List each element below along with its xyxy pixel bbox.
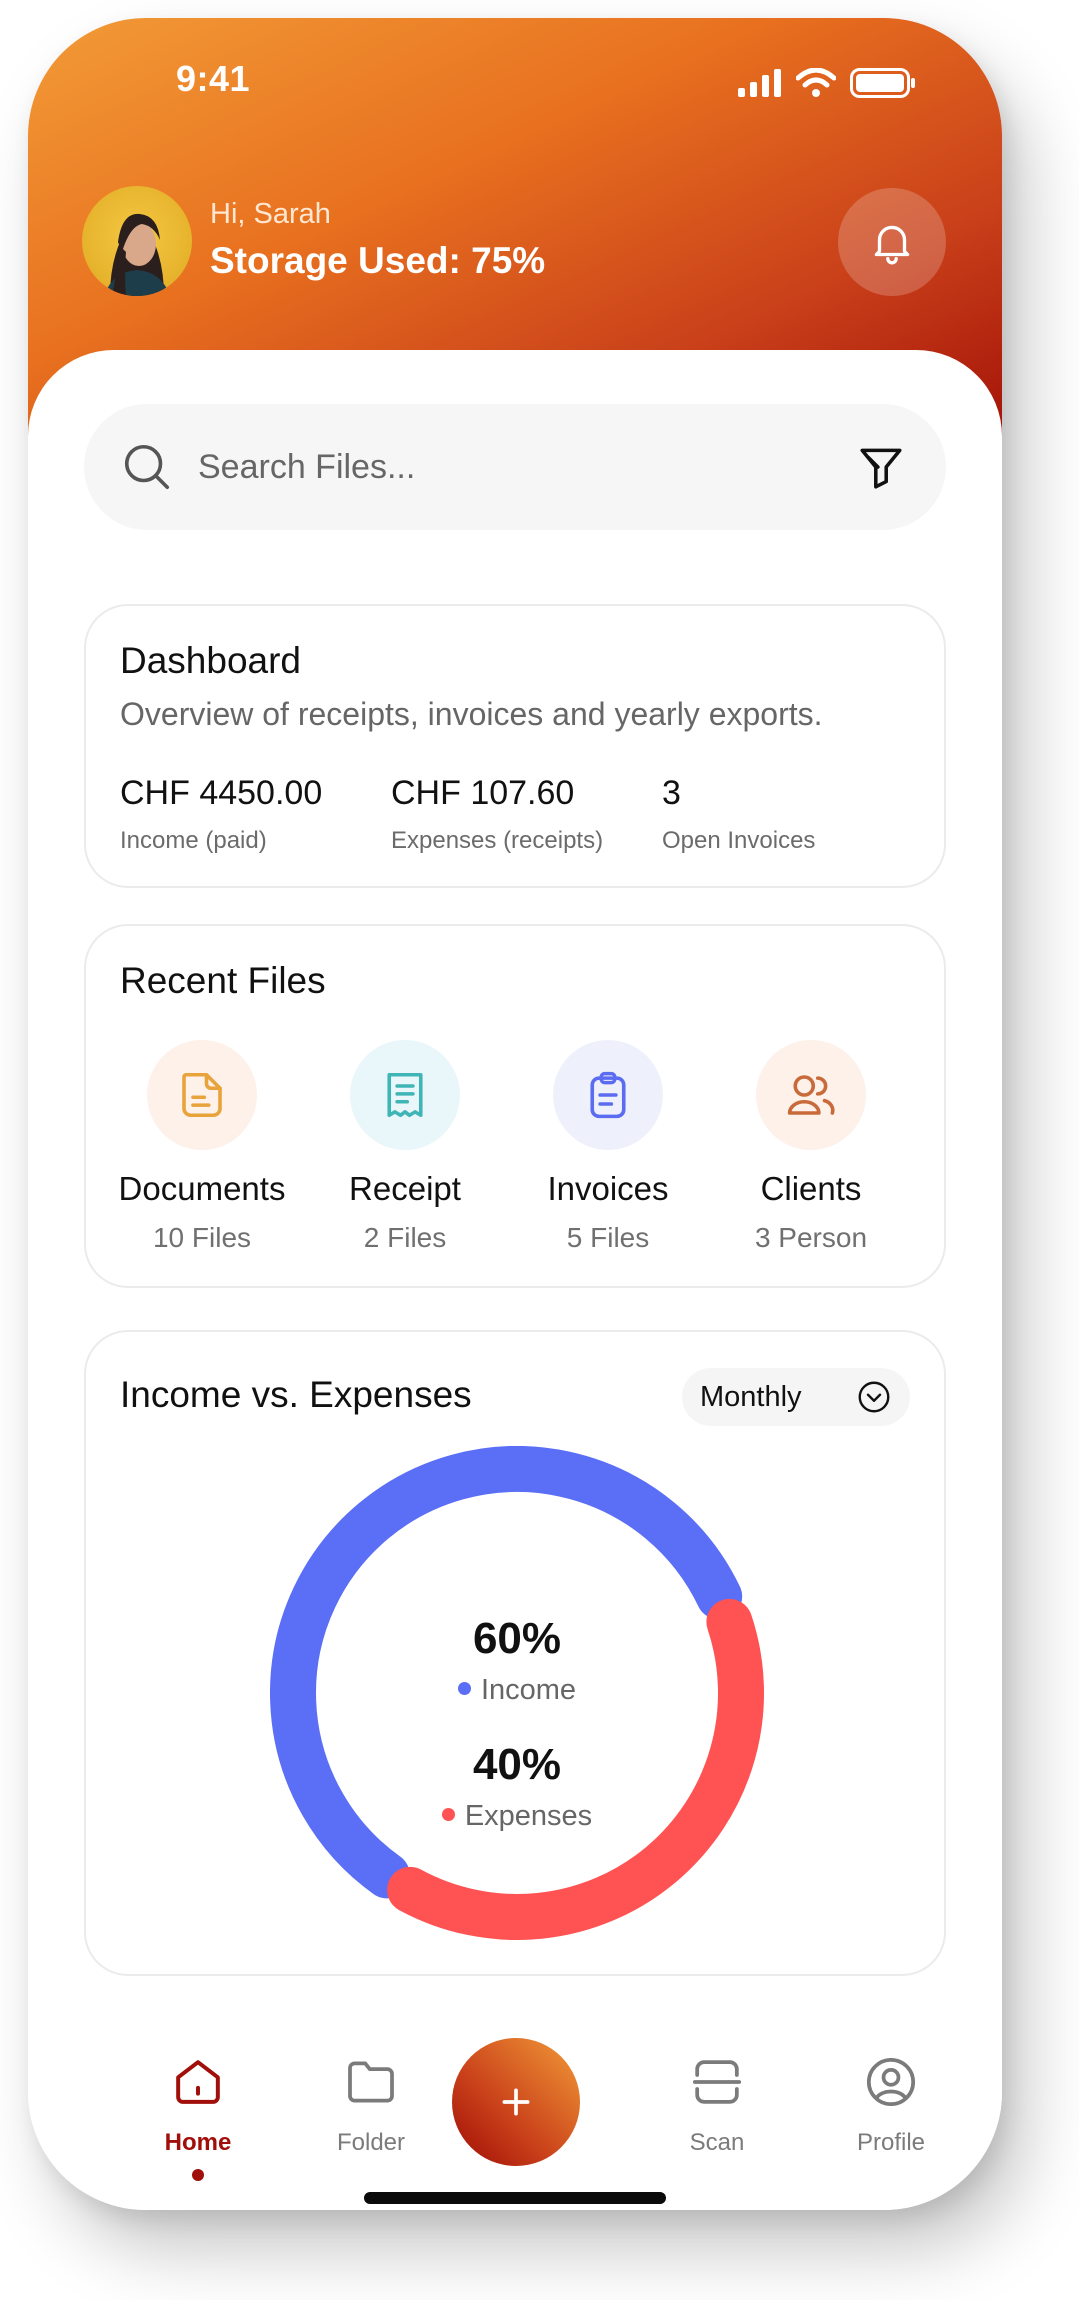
recent-item-count: 3 Person (754, 1222, 868, 1253)
wifi-icon (796, 68, 836, 97)
expenses-summary: 40% Expenses (86, 1740, 948, 1833)
expenses-legend: Expenses (86, 1800, 948, 1833)
nav-scan[interactable]: Scan (647, 2054, 787, 2157)
dashboard-card: Dashboard Overview of receipts, invoices… (84, 604, 946, 888)
notification-button[interactable] (838, 188, 946, 296)
search-bar (84, 404, 946, 530)
dashboard-subtitle: Overview of receipts, invoices and yearl… (120, 696, 823, 732)
phone-frame: 9:41 Hi, Sarah Storage Used: 75% Search … (28, 18, 1002, 2210)
nav-profile[interactable]: Profile (821, 2054, 961, 2157)
search-input[interactable] (198, 447, 856, 487)
folder-icon (348, 2061, 394, 2103)
stat-expenses: CHF 107.60 Expenses (receipts) (391, 774, 603, 855)
active-indicator (192, 2169, 204, 2181)
expenses-legend-label: Expenses (464, 1800, 593, 1832)
nav-folder[interactable]: Folder (301, 2054, 441, 2157)
dashboard-title: Dashboard (120, 640, 302, 681)
add-button[interactable] (452, 2038, 580, 2166)
document-icon-wrap (147, 1040, 257, 1150)
status-time: 9:41 (176, 58, 251, 99)
expenses-percent: 40% (472, 1740, 562, 1789)
main-content: Dashboard Overview of receipts, invoices… (28, 350, 1002, 2210)
plus-icon (502, 2088, 530, 2116)
users-icon-wrap (756, 1040, 866, 1150)
chevron-down-icon (858, 1381, 890, 1413)
battery-icon (850, 68, 915, 98)
recent-item-count: 2 Files (363, 1222, 447, 1253)
nav-label: Scan (689, 2129, 745, 2156)
nav-home[interactable]: Home (128, 2054, 268, 2181)
chart-title: Income vs. Expenses (120, 1374, 472, 1415)
recent-item-name: Receipt (349, 1170, 461, 1207)
recent-item-name: Invoices (547, 1170, 669, 1207)
bottom-nav: Home Folder Scan Profile (28, 2000, 1002, 2210)
clipboard-icon-wrap (553, 1040, 663, 1150)
recent-item-name: Documents (118, 1170, 286, 1207)
expenses-legend-dot (441, 1807, 455, 1821)
stat-label: Expenses (receipts) (391, 827, 604, 854)
receipt-icon-wrap (350, 1040, 460, 1150)
nav-label: Home (164, 2129, 232, 2156)
income-legend-dot (457, 1681, 471, 1695)
greeting: Hi, Sarah (210, 198, 331, 230)
document-icon (182, 1072, 222, 1118)
recent-item-documents[interactable]: Documents 10 Files (102, 1040, 302, 1254)
status-icons (738, 68, 916, 98)
storage-used: Storage Used: 75% (210, 240, 546, 281)
recent-item-clients[interactable]: Clients 3 Person (711, 1040, 911, 1254)
period-select[interactable]: Monthly (682, 1368, 910, 1426)
stat-value: CHF 107.60 (391, 774, 575, 812)
search-icon (124, 444, 170, 490)
income-legend-label: Income (480, 1674, 577, 1706)
stat-label: Income (paid) (120, 827, 267, 854)
avatar-portrait (104, 213, 170, 296)
income-percent: 60% (472, 1614, 562, 1663)
stat-open-invoices: 3 Open Invoices (662, 774, 815, 855)
signal-icon (738, 69, 781, 97)
recent-item-invoices[interactable]: Invoices 5 Files (508, 1040, 708, 1254)
stat-label: Open Invoices (662, 827, 816, 854)
nav-label: Profile (856, 2129, 926, 2156)
bell-icon (874, 225, 910, 265)
period-label: Monthly (700, 1380, 802, 1413)
filter-icon[interactable] (856, 442, 906, 492)
users-icon (787, 1075, 835, 1115)
profile-icon (866, 2057, 916, 2107)
recent-files-card: Recent Files Documents 10 Files Receipt … (84, 924, 946, 1288)
home-icon (176, 2060, 220, 2104)
recent-item-count: 5 Files (566, 1222, 650, 1253)
stat-income: CHF 4450.00 Income (paid) (120, 774, 322, 855)
recent-item-receipt[interactable]: Receipt 2 Files (305, 1040, 505, 1254)
recent-item-name: Clients (760, 1170, 862, 1207)
avatar[interactable] (82, 186, 192, 296)
recent-item-count: 10 Files (152, 1222, 252, 1253)
scan-icon (692, 2060, 742, 2104)
nav-label: Folder (336, 2129, 406, 2156)
clipboard-icon (590, 1071, 626, 1119)
recent-files-title: Recent Files (120, 960, 326, 1001)
stat-value: 3 (662, 774, 681, 812)
income-legend: Income (86, 1674, 948, 1707)
stat-value: CHF 4450.00 (120, 774, 323, 812)
receipt-icon (387, 1072, 423, 1118)
income-summary: 60% Income (86, 1614, 948, 1707)
income-expenses-card: Income vs. Expenses Monthly 60% Income 4… (84, 1330, 946, 1976)
home-indicator (364, 2192, 666, 2204)
